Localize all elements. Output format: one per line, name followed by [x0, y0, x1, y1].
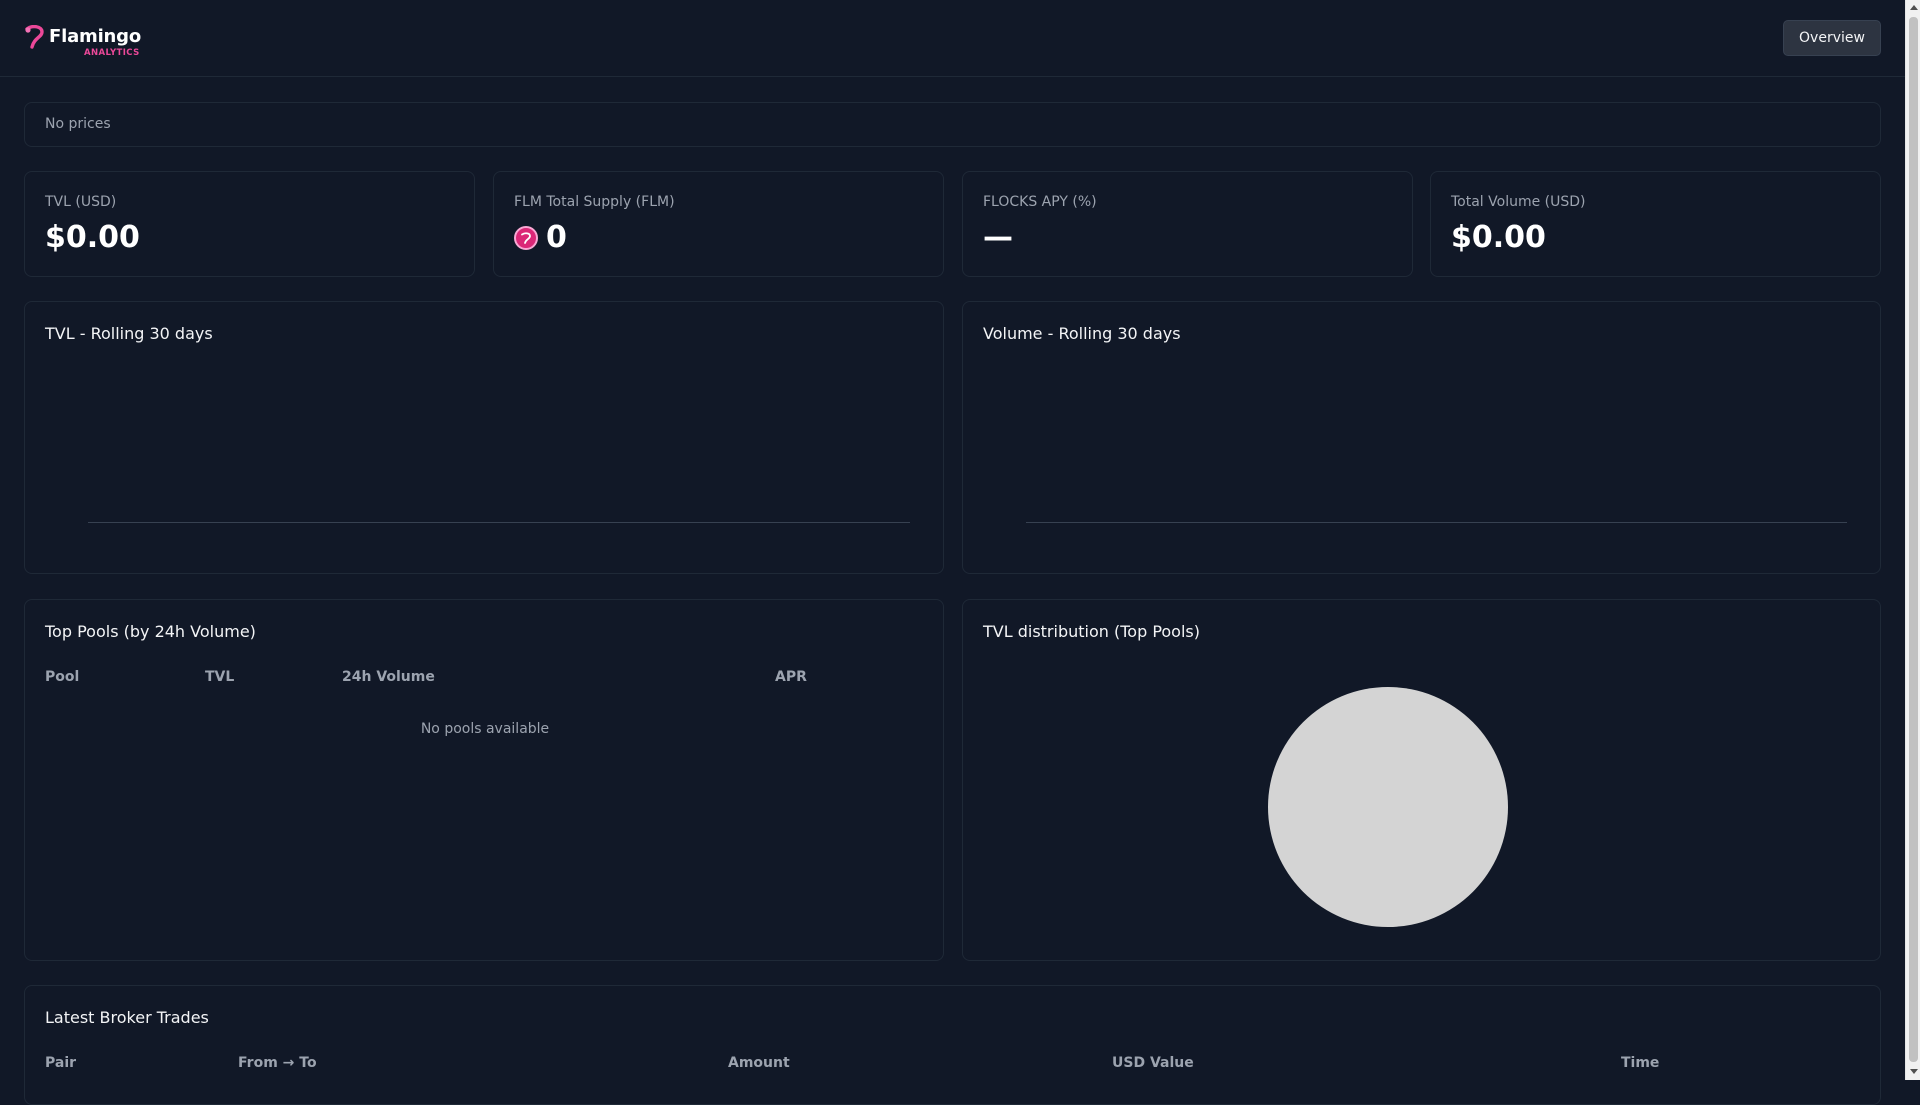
top-pools-card: Top Pools (by 24h Volume) Pool TVL 24h V… [24, 599, 944, 961]
column-header-pool[interactable]: Pool [45, 669, 79, 685]
stat-label: FLM Total Supply (FLM) [514, 194, 675, 210]
scrollbar-thumb[interactable] [1909, 17, 1918, 1062]
prices-empty-text: No prices [45, 116, 111, 132]
stat-value-row: 0 [514, 220, 567, 255]
column-header-from-to[interactable]: From → To [238, 1055, 317, 1071]
column-header-amount[interactable]: Amount [728, 1055, 790, 1071]
tvl-pie-chart [1268, 687, 1508, 927]
flm-token-icon [514, 225, 538, 250]
top-header: Flamingo ANALYTICS Overview [0, 0, 1905, 77]
scroll-up-arrow-icon[interactable] [1910, 5, 1918, 10]
column-header-time[interactable]: Time [1621, 1055, 1659, 1071]
brand-name: Flamingo [49, 26, 142, 47]
stat-value: — [983, 220, 1013, 255]
pie-slice-empty [1268, 687, 1508, 927]
prices-ticker: No prices [24, 102, 1881, 147]
column-header-pair[interactable]: Pair [45, 1055, 76, 1071]
brand-subtitle: ANALYTICS [84, 48, 140, 58]
stat-value: 0 [546, 220, 567, 255]
stat-card-tvl: TVL (USD) $0.00 [24, 171, 475, 277]
card-title: TVL - Rolling 30 days [45, 324, 213, 343]
pools-empty-message: No pools available [420, 721, 550, 737]
chart-x-axis [88, 522, 910, 523]
column-header-apr[interactable]: APR [775, 669, 807, 685]
latest-trades-card: Latest Broker Trades Pair From → To Amou… [24, 985, 1881, 1105]
stat-value: $0.00 [1451, 220, 1546, 255]
tvl-distribution-card: TVL distribution (Top Pools) [962, 599, 1881, 961]
flamingo-icon [25, 25, 44, 49]
overview-button[interactable]: Overview [1783, 20, 1881, 56]
column-header-24h-volume[interactable]: 24h Volume [342, 669, 435, 685]
card-title: Top Pools (by 24h Volume) [45, 622, 256, 641]
stat-card-total-volume: Total Volume (USD) $0.00 [1430, 171, 1881, 277]
flamingo-logo[interactable]: Flamingo ANALYTICS [24, 24, 144, 60]
scroll-down-arrow-icon[interactable] [1910, 1069, 1918, 1074]
stat-label: Total Volume (USD) [1451, 194, 1586, 210]
card-title: TVL distribution (Top Pools) [983, 622, 1200, 641]
volume-chart-card: Volume - Rolling 30 days [962, 301, 1881, 574]
stat-card-flocks-apy: FLOCKS APY (%) — [962, 171, 1413, 277]
column-header-tvl[interactable]: TVL [205, 669, 234, 685]
stat-value: $0.00 [45, 220, 140, 255]
stat-label: TVL (USD) [45, 194, 117, 210]
tvl-chart-card: TVL - Rolling 30 days [24, 301, 944, 574]
stat-label: FLOCKS APY (%) [983, 194, 1097, 210]
card-title: Latest Broker Trades [45, 1008, 209, 1027]
stat-card-flm-supply: FLM Total Supply (FLM) 0 [493, 171, 944, 277]
vertical-scrollbar[interactable] [1905, 0, 1920, 1080]
column-header-usd-value[interactable]: USD Value [1112, 1055, 1194, 1071]
page: Flamingo ANALYTICS Overview No prices TV… [0, 0, 1905, 1105]
chart-x-axis [1026, 522, 1847, 523]
card-title: Volume - Rolling 30 days [983, 324, 1181, 343]
